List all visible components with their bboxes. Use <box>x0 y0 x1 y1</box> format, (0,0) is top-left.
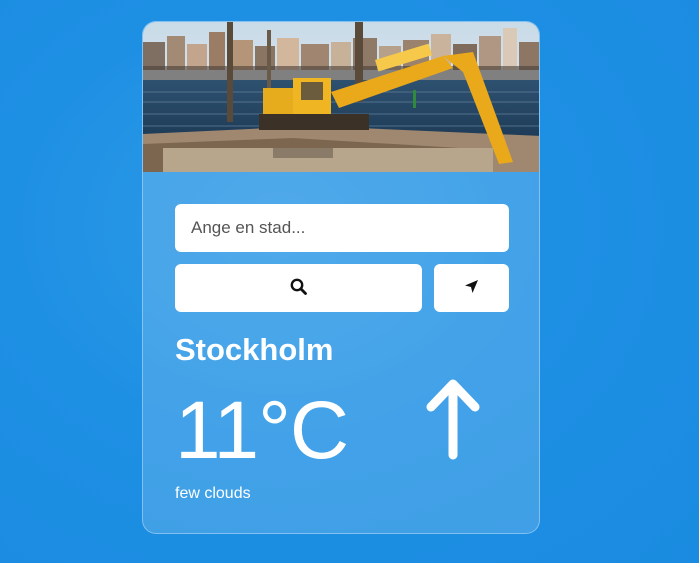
weather-card: Stockholm 11°C few clouds <box>142 21 540 534</box>
weather-description: few clouds <box>175 485 251 502</box>
current-location-button[interactable] <box>434 264 509 312</box>
excavator-harbor-photo <box>143 22 539 172</box>
search-icon <box>290 278 307 298</box>
city-name: Stockholm <box>175 332 334 367</box>
city-search-input[interactable] <box>175 204 509 252</box>
temperature: 11°C <box>175 385 349 476</box>
arrow-up-icon <box>423 377 483 461</box>
search-button[interactable] <box>175 264 422 312</box>
city-image <box>143 22 539 172</box>
location-arrow-icon <box>464 279 479 297</box>
